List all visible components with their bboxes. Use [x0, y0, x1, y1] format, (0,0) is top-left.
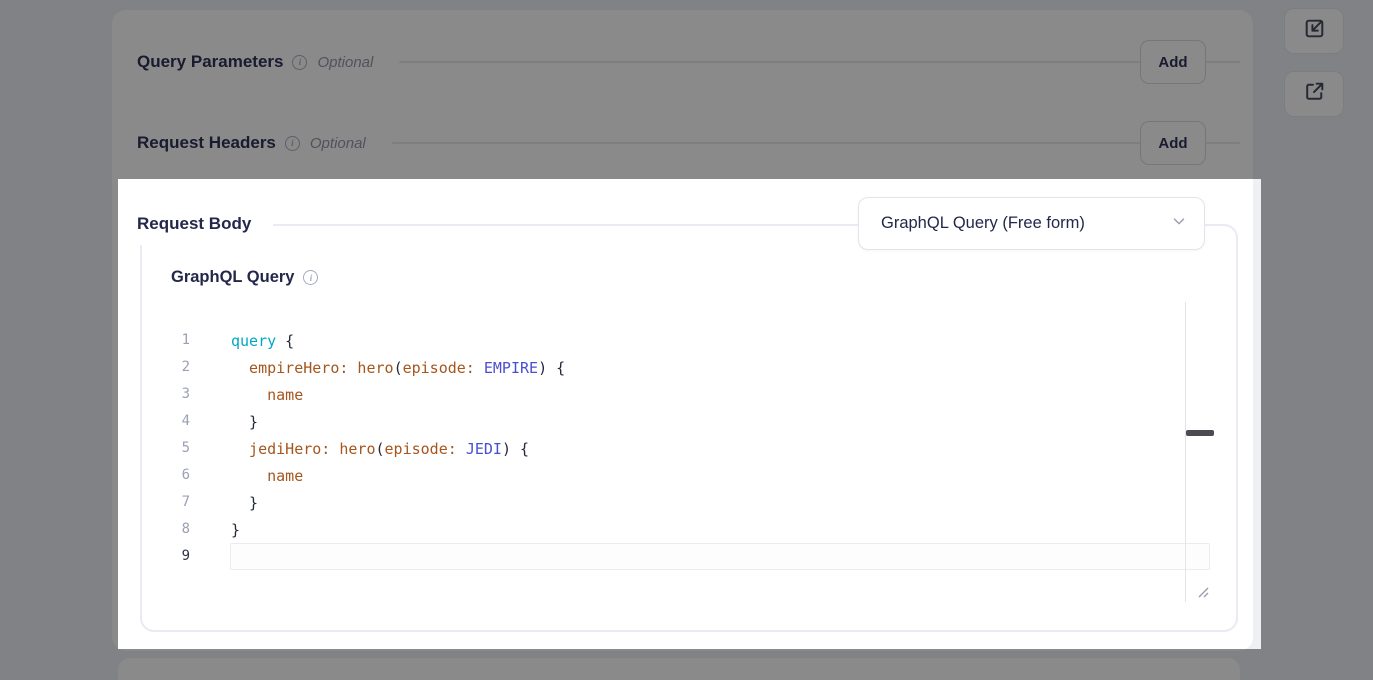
code-text: }	[230, 408, 1210, 435]
line-number: 4	[150, 408, 190, 435]
line-number: 6	[150, 462, 190, 489]
code-text: name	[230, 381, 1210, 408]
body-type-selected-value: GraphQL Query (Free form)	[881, 214, 1160, 233]
code-line[interactable]: 7 }	[150, 489, 1210, 516]
dim-overlay	[0, 0, 1373, 179]
code-text: }	[230, 516, 1210, 543]
code-text: query {	[230, 327, 1210, 354]
body-type-select[interactable]: GraphQL Query (Free form)	[858, 197, 1205, 250]
line-number: 9	[150, 543, 190, 570]
chevron-down-icon	[1170, 212, 1188, 235]
code-line[interactable]: 9	[150, 543, 1210, 570]
dim-overlay	[1261, 179, 1373, 649]
line-number: 3	[150, 381, 190, 408]
code-text: jediHero: hero(episode: JEDI) {	[230, 435, 1210, 462]
graphql-query-label: GraphQL Query i	[171, 268, 318, 287]
textarea-resize-handle[interactable]	[1193, 582, 1210, 599]
code-line[interactable]: 4 }	[150, 408, 1210, 435]
code-text: empireHero: hero(episode: EMPIRE) {	[230, 354, 1210, 381]
dim-overlay	[0, 649, 1373, 680]
graphql-code-editor[interactable]: 1query {2 empireHero: hero(episode: EMPI…	[150, 327, 1210, 570]
api-request-config-page: Query Parameters i Optional Add Request …	[0, 0, 1373, 680]
editor-right-border	[1185, 302, 1186, 602]
line-number: 2	[150, 354, 190, 381]
code-text: }	[230, 489, 1210, 516]
request-body-title: Request Body	[126, 203, 273, 245]
code-text: name	[230, 462, 1210, 489]
line-number: 5	[150, 435, 190, 462]
code-line[interactable]: 5 jediHero: hero(episode: JEDI) {	[150, 435, 1210, 462]
info-icon[interactable]: i	[303, 270, 318, 285]
dim-overlay	[0, 179, 118, 649]
code-line[interactable]: 8}	[150, 516, 1210, 543]
code-line[interactable]: 2 empireHero: hero(episode: EMPIRE) {	[150, 354, 1210, 381]
line-number: 8	[150, 516, 190, 543]
line-number: 1	[150, 327, 190, 354]
editor-resize-grip[interactable]	[1186, 430, 1214, 436]
code-line[interactable]: 1 query {	[150, 327, 1210, 354]
code-line[interactable]: 3 name	[150, 381, 1210, 408]
code-line[interactable]: 6 name	[150, 462, 1210, 489]
code-text	[230, 543, 1210, 570]
line-number: 7	[150, 489, 190, 516]
